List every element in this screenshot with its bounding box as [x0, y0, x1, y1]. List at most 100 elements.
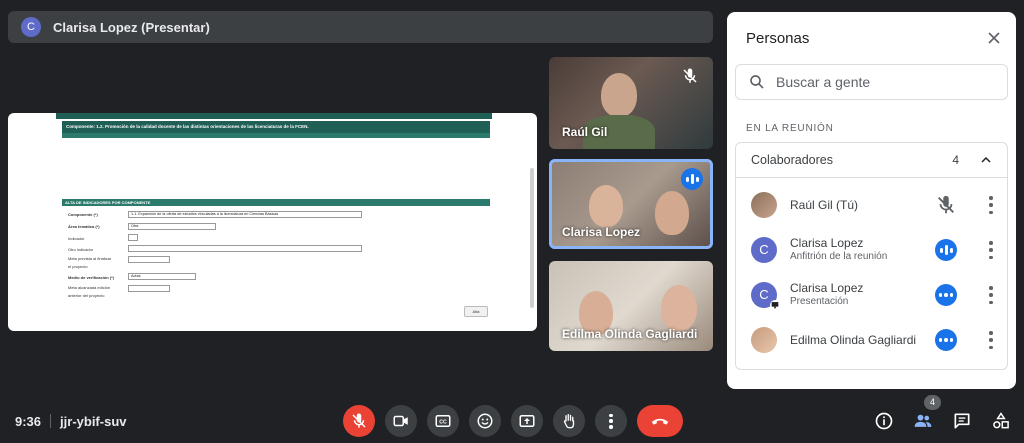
meta-label-2: el proyecto	[68, 264, 88, 269]
person-row: C Clarisa Lopez Presentación	[736, 274, 1007, 318]
divider	[50, 414, 52, 428]
participant-face	[655, 191, 689, 235]
more-status-icon	[935, 329, 957, 351]
mic-toggle-button[interactable]	[343, 405, 375, 437]
doc-subheader	[62, 133, 490, 138]
person-row: Raúl Gil (Tú)	[736, 184, 1007, 228]
more-options-icon[interactable]	[989, 286, 993, 304]
hand-icon	[563, 413, 575, 429]
reactions-button[interactable]	[469, 405, 501, 437]
area-select[interactable]: Otra	[128, 223, 216, 230]
panel-title: Personas	[746, 30, 810, 47]
meta-label-1: Meta prevista al finalizar	[68, 256, 112, 261]
doc-section-title: ALTA DE INDICADORES POR COMPONENTE	[62, 199, 490, 206]
indicador-label: Indicador	[68, 236, 85, 241]
componente-label: Componente (*)	[68, 212, 98, 217]
close-icon[interactable]	[984, 28, 1004, 48]
info-icon	[875, 412, 893, 430]
presenter-title: Clarisa Lopez (Presentar)	[53, 19, 210, 35]
svg-text:CC: CC	[439, 420, 447, 426]
chat-button[interactable]	[951, 410, 973, 432]
captions-icon: CC	[435, 415, 451, 427]
participant-tile-raul[interactable]: Raúl Gil	[549, 57, 713, 149]
alcanzada-label-2: anterior del proyecto	[68, 293, 105, 298]
otro-indicador-label: Otro indicador	[68, 247, 94, 252]
area-label: Área temática (*)	[68, 224, 100, 229]
chevron-up-icon[interactable]	[978, 152, 994, 168]
more-options-icon[interactable]	[989, 241, 993, 259]
avatar	[751, 327, 777, 353]
participant-name: Edilma Olinda Gagliardi	[562, 327, 698, 341]
people-count-badge: 4	[924, 395, 941, 410]
clock-time: 9:36	[15, 414, 42, 429]
doc-topbar	[56, 113, 492, 119]
presenter-avatar: C	[21, 17, 41, 37]
person-role: Anfitrión de la reunión	[790, 251, 888, 262]
doc-scrollbar[interactable]	[530, 168, 534, 308]
activities-icon	[993, 412, 1009, 429]
meeting-code: jjr-ybif-suv	[60, 414, 127, 429]
doc-component-header: Componente: 1.2. Promoción de la calidad…	[62, 121, 490, 133]
person-row: C Clarisa Lopez Anfitrión de la reunión	[736, 229, 1007, 273]
group-name: Colaboradores	[751, 153, 833, 167]
presenting-icon	[770, 300, 780, 310]
person-name: Edilma Olinda Gagliardi	[790, 333, 917, 347]
presenter-bar: C Clarisa Lopez (Presentar)	[8, 11, 713, 43]
participant-face	[661, 285, 697, 331]
person-role: Presentación	[790, 296, 849, 307]
more-vert-icon	[609, 413, 613, 429]
meta-input[interactable]	[128, 256, 170, 263]
raise-hand-button[interactable]	[553, 405, 585, 437]
componente-select[interactable]: 1.1. Expansión de la oferta de estudios …	[128, 211, 362, 218]
alta-button[interactable]: Alta	[464, 306, 488, 317]
camera-icon	[393, 415, 408, 427]
mic-off-icon	[938, 195, 954, 214]
present-icon	[519, 415, 535, 427]
shared-document: Componente: 1.2. Promoción de la calidad…	[56, 113, 492, 331]
collaborators-header[interactable]: Colaboradores 4	[736, 143, 1007, 178]
present-screen-button[interactable]	[511, 405, 543, 437]
group-count: 4	[952, 153, 959, 167]
medio-select[interactable]: Actas	[128, 273, 196, 280]
people-button[interactable]	[912, 410, 934, 432]
collaborators-group: Colaboradores 4 Raúl Gil (Tú) C Clarisa …	[735, 142, 1008, 370]
alcanzada-label-1: Meta alcanzada edición	[68, 285, 111, 290]
search-people-field[interactable]: Buscar a gente	[735, 64, 1008, 100]
avatar: C	[751, 237, 777, 263]
more-options-icon[interactable]	[989, 196, 993, 214]
more-status-icon	[935, 284, 957, 306]
search-placeholder: Buscar a gente	[776, 74, 871, 90]
participant-face	[589, 185, 623, 227]
person-row: Edilma Olinda Gagliardi	[736, 319, 1007, 363]
otro-indicador-input[interactable]	[128, 245, 362, 252]
participant-name: Raúl Gil	[562, 125, 608, 139]
activities-button[interactable]	[990, 410, 1012, 432]
participant-name: Clarisa Lopez	[562, 225, 641, 239]
people-panel: Personas Buscar a gente EN LA REUNIÓN Co…	[727, 12, 1016, 389]
more-options-button[interactable]	[595, 405, 627, 437]
participant-tile-edilma[interactable]: Edilma Olinda Gagliardi	[549, 261, 713, 351]
alcanzada-input[interactable]	[128, 285, 170, 292]
in-meeting-label: EN LA REUNIÓN	[746, 123, 834, 134]
end-call-button[interactable]	[637, 405, 683, 437]
mic-off-icon	[352, 413, 366, 428]
search-icon	[750, 75, 764, 89]
mic-off-icon	[683, 68, 697, 83]
end-call-icon	[651, 418, 669, 425]
people-icon	[914, 414, 932, 427]
avatar	[751, 192, 777, 218]
medio-label: Medio de verificación (*)	[68, 275, 115, 280]
speaking-indicator-icon	[681, 168, 703, 190]
person-name: Raúl Gil (Tú)	[790, 198, 859, 212]
camera-toggle-button[interactable]	[385, 405, 417, 437]
speaking-indicator-icon	[935, 239, 957, 261]
emoji-icon	[477, 413, 493, 429]
person-name: Clarisa Lopez	[790, 281, 864, 295]
participant-tile-clarisa[interactable]: Clarisa Lopez	[549, 159, 713, 249]
more-options-icon[interactable]	[989, 331, 993, 349]
participant-face	[601, 73, 637, 117]
person-name: Clarisa Lopez	[790, 236, 864, 250]
captions-button[interactable]: CC	[427, 405, 459, 437]
indicador-select[interactable]	[128, 234, 138, 241]
meeting-details-button[interactable]	[873, 410, 895, 432]
